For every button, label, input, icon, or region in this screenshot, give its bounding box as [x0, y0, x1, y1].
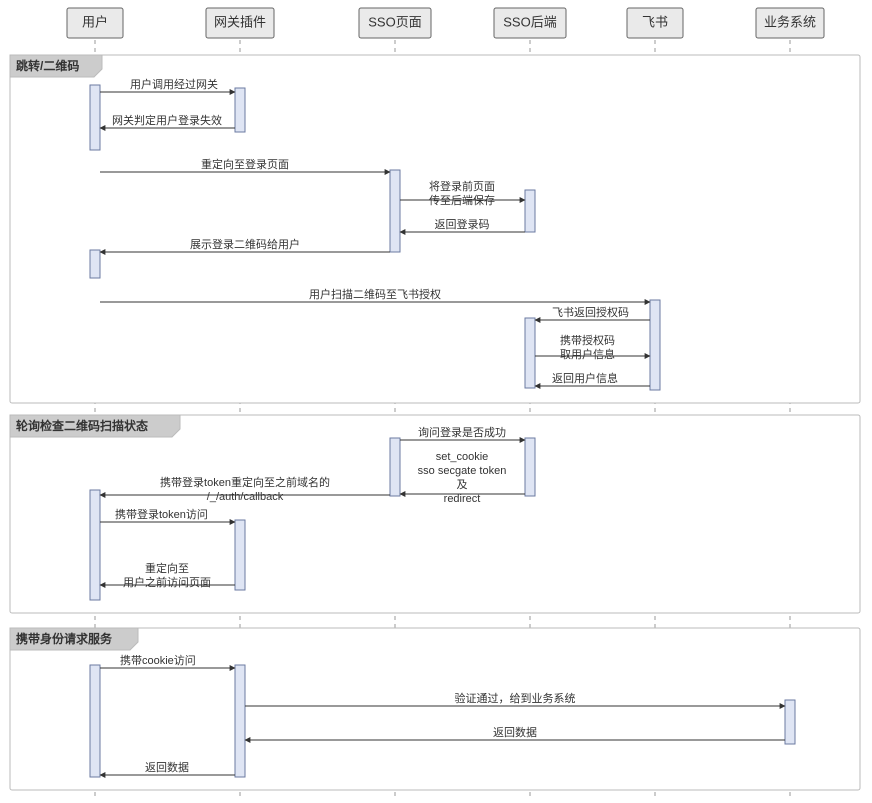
- msg-7-label: 用户扫描二维码至飞书授权: [309, 287, 441, 301]
- group-3-box: [10, 628, 860, 790]
- sequence-diagram: 用户 网关插件 SSO页面 SSO后端 飞书 业务系统 跳转/二维码 用户调用经…: [0, 0, 872, 803]
- msg-18-label: 返回数据: [493, 725, 537, 739]
- msg-5-label: 返回登录码: [435, 217, 490, 231]
- act-sso-be-3: [525, 438, 535, 496]
- msg-11-label: 询问登录是否成功: [418, 425, 506, 439]
- msg-3-label: 重定向至登录页面: [201, 157, 289, 171]
- act-user-2: [90, 250, 100, 278]
- actor-biz: 业务系统: [756, 8, 824, 38]
- actor-user: 用户: [67, 8, 123, 38]
- act-user-3: [90, 490, 100, 600]
- svg-text:用户: 用户: [82, 14, 108, 29]
- act-gw-3: [235, 665, 245, 777]
- msg-12-label-b: sso secgate token: [418, 465, 507, 477]
- act-sso-page-2: [390, 438, 400, 496]
- group-2-label: 轮询检查二维码扫描状态: [16, 418, 148, 433]
- msg-6-label: 展示登录二维码给用户: [190, 237, 300, 251]
- msg-1-label: 用户调用经过网关: [130, 77, 218, 91]
- act-gw-1: [235, 88, 245, 132]
- svg-text:SSO页面: SSO页面: [368, 14, 421, 29]
- msg-2-label: 网关判定用户登录失效: [112, 113, 222, 127]
- msg-15-label-a: 重定向至: [145, 561, 189, 575]
- msg-15-label-b: 用户之前访问页面: [123, 575, 211, 589]
- msg-12-label-d: redirect: [444, 493, 481, 505]
- svg-text:网关插件: 网关插件: [214, 14, 266, 29]
- actor-sso-page: SSO页面: [359, 8, 431, 38]
- msg-4-label-a: 将登录前页面: [429, 179, 495, 193]
- act-user-1: [90, 85, 100, 150]
- msg-19-label: 返回数据: [145, 760, 189, 774]
- act-biz-1: [785, 700, 795, 744]
- svg-text:业务系统: 业务系统: [764, 14, 816, 29]
- group-3-label: 携带身份请求服务: [16, 631, 113, 646]
- msg-13-label-b: /_/auth/callback: [207, 491, 284, 503]
- msg-12-label-c: 及: [457, 479, 468, 491]
- actor-sso-backend: SSO后端: [494, 8, 566, 38]
- act-sso-be-1: [525, 190, 535, 232]
- group-1-label: 跳转/二维码: [16, 58, 79, 73]
- msg-16-label: 携带cookie访问: [120, 653, 196, 667]
- act-feishu-1: [650, 300, 660, 390]
- act-gw-2: [235, 520, 245, 590]
- svg-text:SSO后端: SSO后端: [503, 14, 556, 29]
- act-sso-be-2: [525, 318, 535, 388]
- msg-12-label-a: set_cookie: [436, 451, 489, 463]
- actor-feishu: 飞书: [627, 8, 683, 38]
- msg-8-label: 飞书返回授权码: [552, 305, 629, 319]
- act-sso-page-1: [390, 170, 400, 252]
- svg-text:飞书: 飞书: [642, 14, 668, 29]
- act-user-4: [90, 665, 100, 777]
- msg-9-label-b: 取用户信息: [560, 347, 615, 361]
- actor-gateway: 网关插件: [206, 8, 274, 38]
- msg-9-label-a: 携带授权码: [560, 333, 615, 347]
- msg-13-label-a: 携带登录token重定向至之前域名的: [160, 475, 330, 489]
- msg-10-label: 返回用户信息: [552, 371, 618, 385]
- msg-4-label-b: 传至后端保存: [429, 193, 495, 207]
- msg-14-label: 携带登录token访问: [115, 507, 208, 521]
- msg-17-label: 验证通过，给到业务系统: [455, 691, 576, 705]
